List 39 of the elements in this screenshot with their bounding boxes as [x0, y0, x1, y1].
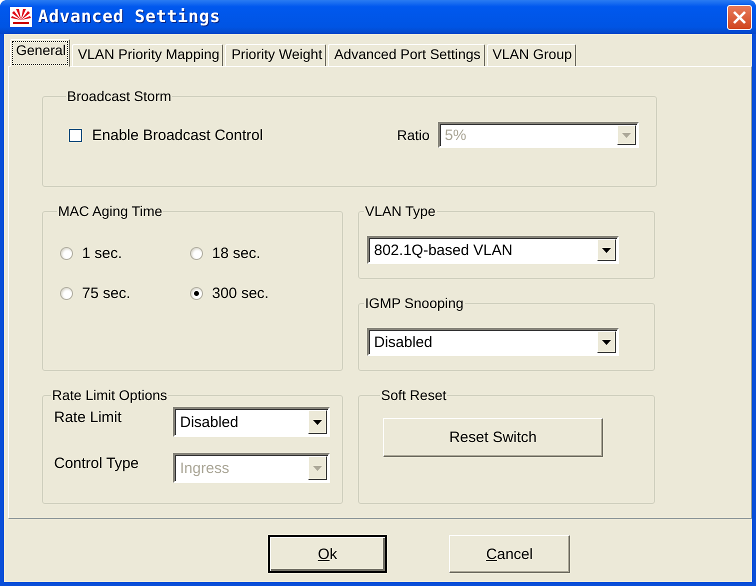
checkbox[interactable]	[69, 128, 82, 142]
caret-icon	[602, 248, 611, 252]
radio-button[interactable]	[190, 247, 203, 260]
dropdown[interactable]: 802.1Q-based VLAN	[367, 236, 619, 264]
caret-icon	[313, 466, 322, 470]
tab[interactable]: VLAN Priority Mapping	[72, 44, 224, 66]
caret-icon	[622, 132, 631, 138]
field-label: Rate Limit	[54, 409, 123, 426]
dropdown[interactable]: Disabled	[367, 328, 619, 356]
field-label: Ratio	[397, 127, 430, 143]
button[interactable]: Cancel	[449, 535, 570, 573]
group-title: Rate Limit Options	[51, 387, 168, 403]
close-icon	[732, 10, 747, 24]
group-title: Broadcast Storm	[66, 88, 172, 104]
group-title: VLAN Type	[364, 203, 437, 219]
dropdown[interactable]: Disabled	[173, 407, 330, 437]
close-button[interactable]	[727, 4, 752, 30]
caret-icon	[602, 340, 611, 344]
tab[interactable]: General	[10, 39, 70, 67]
button[interactable]: Ok	[268, 535, 387, 573]
group-title: MAC Aging Time	[57, 203, 164, 219]
option-label: 300 sec.	[212, 285, 269, 302]
logo-icon	[10, 7, 32, 27]
option-label: 75 sec.	[82, 285, 130, 302]
tab[interactable]: VLAN Group	[486, 44, 576, 66]
option-label: 18 sec.	[212, 245, 260, 262]
radio-button[interactable]	[190, 287, 203, 300]
field-label: Control Type	[54, 455, 140, 472]
caret-icon	[313, 420, 322, 424]
group-title: IGMP Snooping	[364, 295, 465, 311]
option-label: 1 sec.	[82, 245, 122, 262]
radio-button[interactable]	[60, 247, 73, 260]
radio-button[interactable]	[60, 287, 73, 300]
option-label: Enable Broadcast Control	[92, 126, 263, 144]
tab[interactable]: Advanced Port Settings	[328, 44, 485, 66]
window-title: Advanced Settings	[38, 7, 222, 27]
tab[interactable]: Priority Weight	[225, 44, 326, 66]
group-title: Soft Reset	[380, 387, 448, 403]
button[interactable]: Reset Switch	[383, 418, 603, 457]
